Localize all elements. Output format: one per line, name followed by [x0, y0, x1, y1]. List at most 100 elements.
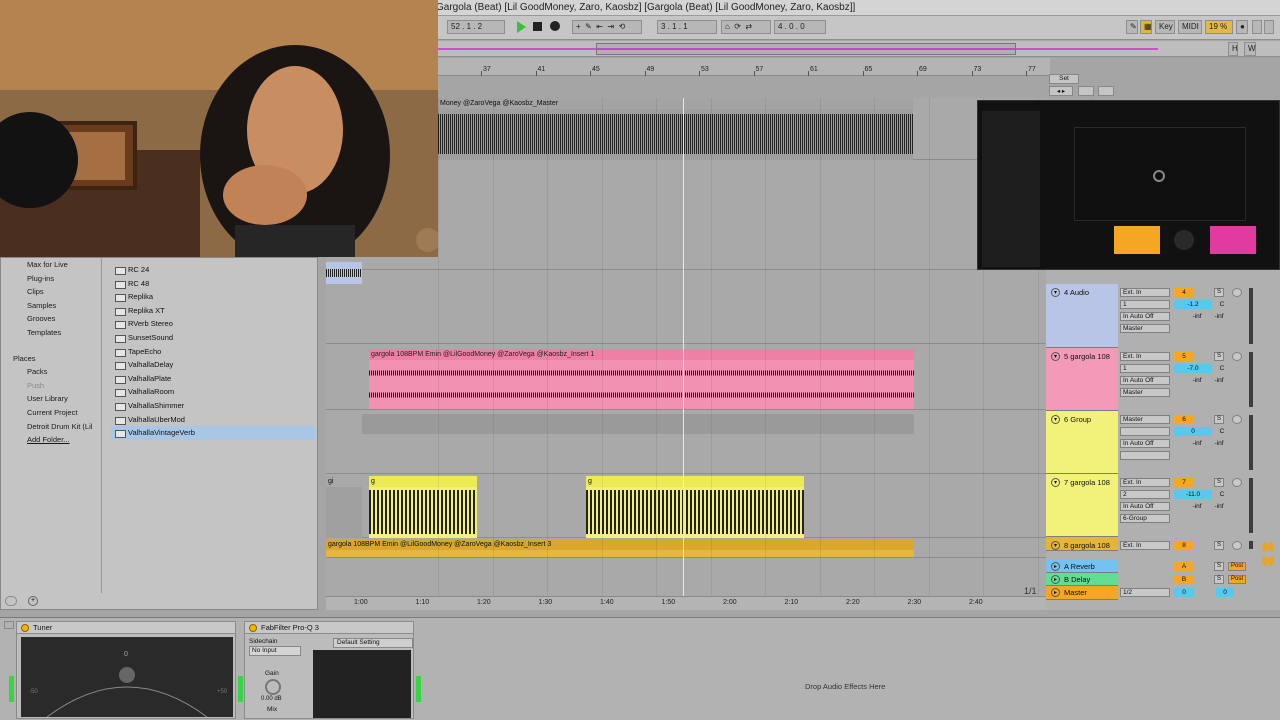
output-select[interactable]: Master — [1120, 388, 1170, 397]
browser-category[interactable]: Samples — [9, 299, 101, 313]
track-activator[interactable]: 4 — [1174, 288, 1194, 297]
audio-clip[interactable]: gargola 108BPM Emin @LilGoodMoney @ZaroV… — [326, 539, 914, 557]
output-select[interactable]: Master — [1120, 324, 1170, 333]
monitor-in[interactable]: In — [1123, 440, 1128, 447]
solo-button[interactable]: S — [1214, 288, 1224, 297]
browser-file[interactable]: ValhallaPlate — [111, 372, 315, 386]
input-channel-select[interactable] — [1120, 427, 1170, 436]
browser-file[interactable]: RC 48 — [111, 277, 315, 291]
send-b-value[interactable]: -inf — [1210, 376, 1228, 385]
master-number[interactable]: 0 — [1174, 588, 1194, 597]
h-button[interactable]: H — [1228, 42, 1238, 56]
device-view-icon[interactable] — [4, 621, 14, 629]
browser-file[interactable]: Replika — [111, 290, 315, 304]
bar-ruler[interactable]: 37 41 45 49 53 57 61 65 69 73 77 — [438, 58, 1050, 76]
mixer-track-header[interactable]: ▾ 4 Audio — [1046, 284, 1118, 348]
browser-place[interactable]: Packs — [9, 365, 101, 379]
track-volume[interactable]: -11.0 — [1174, 490, 1212, 499]
input-channel-select[interactable]: 1 — [1120, 364, 1170, 373]
input-type-select[interactable]: Master — [1120, 415, 1170, 424]
audio-clip[interactable]: g — [369, 476, 477, 538]
browser-divider[interactable] — [101, 258, 102, 593]
time-ruler[interactable]: 1:00 1:10 1:20 1:30 1:40 1:50 2:00 2:10 2:20 2:30… — [326, 596, 1046, 610]
browser-place[interactable]: Push — [9, 379, 101, 393]
track-fold-icon[interactable]: ▾ — [1051, 478, 1060, 487]
mixer-track-header[interactable]: ▾ 6 Group — [1046, 411, 1118, 474]
post-button[interactable]: Post — [1228, 562, 1246, 571]
track-activator[interactable]: A — [1174, 562, 1194, 571]
monitor-off[interactable]: Off — [1145, 440, 1154, 447]
stop-icon[interactable] — [533, 22, 542, 31]
audio-clip[interactable]: gargola 108BPM Emin @LilGoodMoney @ZaroV… — [369, 349, 914, 409]
pan-value[interactable]: C — [1216, 490, 1228, 499]
monitor-auto[interactable]: Auto — [1130, 440, 1143, 447]
play-icon[interactable] — [517, 21, 526, 33]
monitor-in[interactable]: In — [1123, 313, 1128, 320]
browser-category[interactable]: Clips — [9, 285, 101, 299]
track-fold-icon[interactable]: ▾ — [1051, 352, 1060, 361]
group-lane-clip[interactable] — [362, 414, 914, 434]
track-name[interactable]: 7 gargola 108 — [1064, 478, 1110, 487]
call-icon[interactable] — [1174, 230, 1194, 250]
track-volume[interactable]: -1.2 — [1174, 300, 1212, 309]
arm-button[interactable] — [1232, 415, 1242, 424]
track-activator[interactable]: 5 — [1174, 352, 1194, 361]
w-button[interactable]: W — [1244, 42, 1256, 56]
browser-place[interactable]: Add Folder... — [9, 433, 101, 447]
track-activator[interactable]: 6 — [1174, 415, 1194, 424]
input-type-select[interactable]: Ext. In — [1120, 478, 1170, 487]
draw-mode-icon[interactable]: ✎ — [1126, 20, 1138, 34]
input-type-select[interactable]: Ext. In — [1120, 352, 1170, 361]
master-volume[interactable]: 0 — [1216, 588, 1234, 597]
send-b-value[interactable]: -inf — [1210, 439, 1228, 448]
track-volume[interactable]: -7.0 — [1174, 364, 1212, 373]
audio-clip[interactable]: gi — [326, 476, 362, 538]
return-track-header[interactable]: ▸ A Reverb — [1046, 560, 1118, 573]
solo-button[interactable]: S — [1214, 575, 1224, 584]
monitor-off[interactable]: Off — [1145, 313, 1154, 320]
output-select[interactable] — [1120, 451, 1170, 460]
track-fold-icon[interactable]: ▸ — [1051, 588, 1060, 597]
track-name[interactable]: A Reverb — [1064, 562, 1095, 571]
send-a-value[interactable]: -inf — [1188, 439, 1206, 448]
track-fold-icon[interactable]: ▸ — [1051, 575, 1060, 584]
device-power-icon[interactable] — [249, 624, 257, 632]
loop-length-display[interactable]: 4 . 0 . 0 — [774, 20, 826, 34]
pan-value[interactable]: C — [1216, 427, 1228, 436]
solo-button[interactable]: S — [1214, 415, 1224, 424]
mixer-track-header[interactable]: ▾ 7 gargola 108 — [1046, 474, 1118, 537]
browser-file[interactable]: SunsetSound — [111, 331, 315, 345]
arm-button[interactable] — [1232, 352, 1242, 361]
loop-tools[interactable]: ⌂ ⟳ ⇄ — [721, 20, 771, 34]
nav-arrows-icon[interactable]: ◂ ▸ — [1049, 86, 1073, 96]
pan-value[interactable]: C — [1216, 300, 1228, 309]
track-activator[interactable]: B — [1174, 575, 1194, 584]
monitor-off[interactable]: Off — [1145, 377, 1154, 384]
browser-file[interactable]: ValhallaUberMod — [111, 413, 315, 427]
monitor-off[interactable]: Off — [1145, 503, 1154, 510]
monitor-auto[interactable]: Auto — [1130, 503, 1143, 510]
fold-icon[interactable] — [1098, 86, 1114, 96]
arm-button[interactable] — [1232, 478, 1242, 487]
arrangement-overview[interactable]: H W — [438, 41, 1280, 57]
pan-value[interactable]: C — [1216, 364, 1228, 373]
browser-file[interactable]: RVerb Stereo — [111, 317, 315, 331]
browser-toggle-icon[interactable] — [5, 596, 17, 606]
scroll-icon[interactable] — [1268, 542, 1274, 552]
browser-file[interactable]: ValhallaShimmer — [111, 399, 315, 413]
browser-category[interactable]: Max for Live — [9, 258, 101, 272]
track-name[interactable]: Master — [1064, 588, 1087, 597]
arm-button[interactable] — [1232, 541, 1242, 550]
track-volume[interactable]: 0 — [1174, 427, 1212, 436]
track-lane[interactable] — [326, 270, 1046, 344]
browser-file[interactable]: Replika XT — [111, 304, 315, 318]
monitor-in[interactable]: In — [1123, 503, 1128, 510]
browser-place[interactable]: Detroit Drum Kit (Lil — [9, 420, 101, 434]
position-display[interactable]: 52 . 1 . 2 — [447, 20, 505, 34]
track-activator[interactable]: 8 — [1174, 541, 1194, 550]
audio-clip[interactable]: g — [586, 476, 804, 538]
scroll-icon[interactable] — [1268, 556, 1274, 566]
send-a-value[interactable]: -inf — [1188, 312, 1206, 321]
overview-selection[interactable] — [596, 43, 1016, 55]
sidechain-select[interactable]: No Input — [249, 646, 301, 656]
